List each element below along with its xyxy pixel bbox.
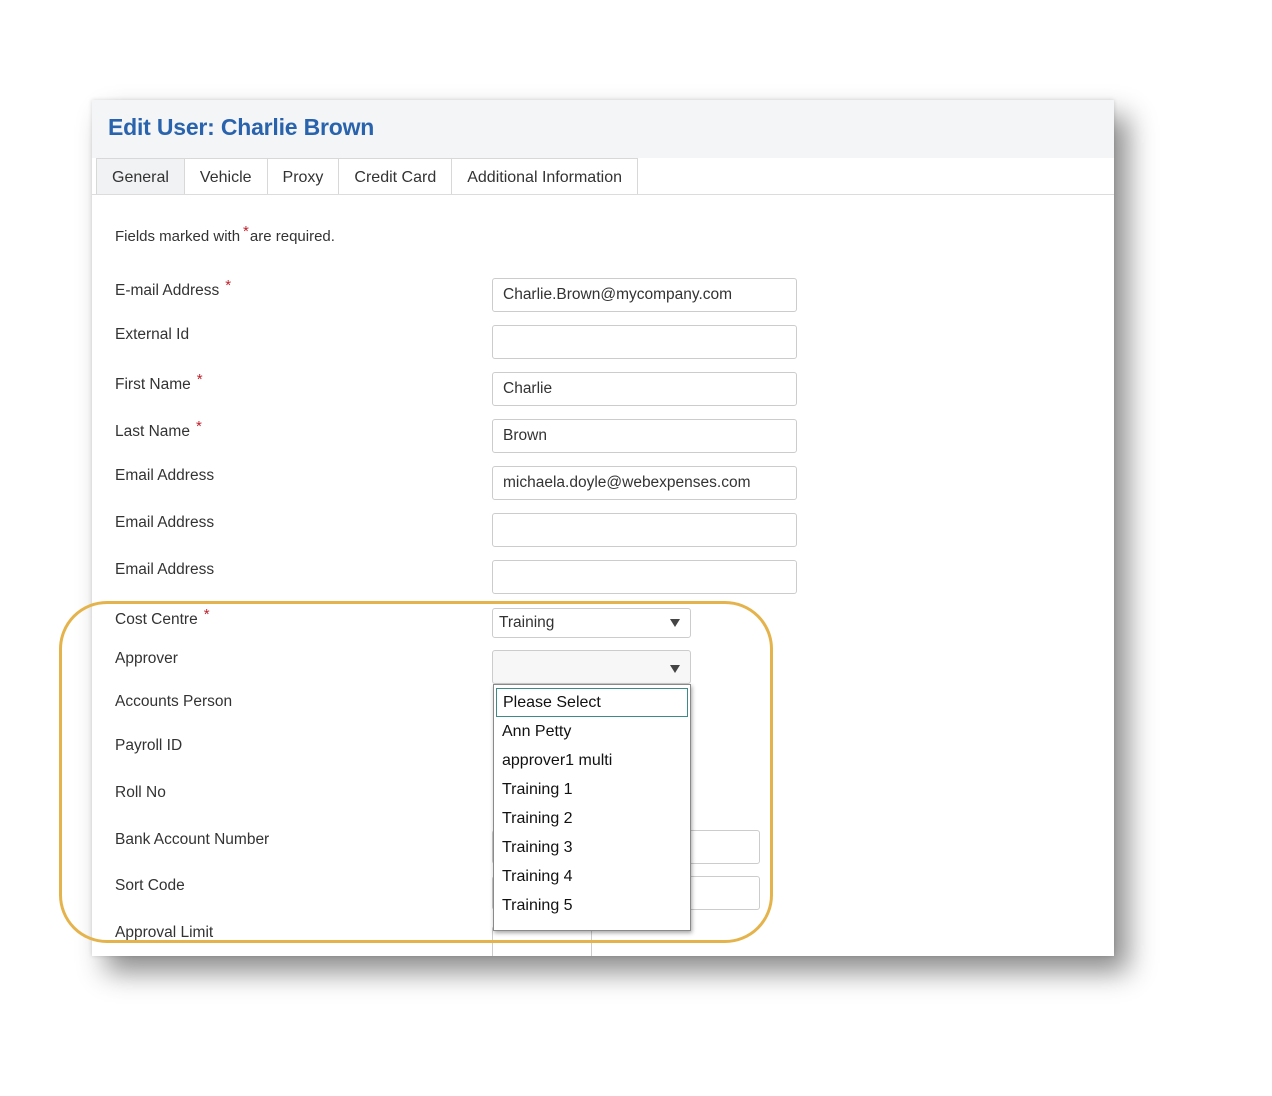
approver-option-approver1-multi[interactable]: approver1 multi (494, 746, 690, 775)
page-title: Edit User: Charlie Brown (108, 114, 375, 140)
bank-account-number-label: Bank Account Number (115, 831, 270, 848)
cost-centre-select[interactable]: Training (492, 608, 691, 638)
tab-proxy[interactable]: Proxy (266, 158, 340, 195)
approver-option-please-select[interactable]: Please Select (496, 688, 688, 717)
email-address-3-input[interactable] (492, 560, 797, 594)
approver-label: Approver (115, 650, 178, 667)
email-address-input[interactable] (492, 278, 797, 312)
tab-vehicle[interactable]: Vehicle (183, 158, 268, 195)
last-name-label: Last Name * (115, 418, 203, 441)
cost-centre-label: Cost Centre * (115, 606, 211, 629)
first-name-label: First Name * (115, 371, 204, 394)
screenshot-stage: Edit User: Charlie Brown General Vehicle… (0, 0, 1272, 1096)
email-address-1-input[interactable] (492, 466, 797, 500)
required-asterisk: * (195, 418, 202, 435)
required-asterisk: * (225, 277, 232, 294)
approver-option-training-4[interactable]: Training 4 (494, 862, 690, 891)
external-id-input[interactable] (492, 325, 797, 359)
required-asterisk: * (203, 606, 210, 623)
cost-centre-label-text: Cost Centre (115, 611, 198, 628)
required-asterisk: * (243, 223, 249, 240)
approver-option-ann-petty[interactable]: Ann Petty (494, 717, 690, 746)
tab-general[interactable]: General (96, 158, 185, 195)
required-asterisk: * (196, 371, 203, 388)
chevron-down-icon (670, 665, 680, 673)
tab-divider (92, 194, 1114, 195)
email-address-3-label: Email Address (115, 561, 215, 578)
first-name-input[interactable] (492, 372, 797, 406)
first-name-label-text: First Name (115, 376, 191, 393)
required-fields-note: Fields marked with *are required. (115, 223, 335, 245)
approver-option-training-5[interactable]: Training 5 (494, 891, 690, 920)
email-address-label: E-mail Address * (115, 277, 232, 300)
cost-centre-selected-value: Training (499, 614, 555, 631)
email-address-1-label: Email Address (115, 467, 215, 484)
tab-credit-card[interactable]: Credit Card (338, 158, 453, 195)
chevron-down-icon (670, 619, 680, 627)
external-id-label: External Id (115, 326, 190, 343)
email-address-label-text: E-mail Address (115, 282, 220, 299)
email-address-2-label: Email Address (115, 514, 215, 531)
payroll-id-label: Payroll ID (115, 737, 183, 754)
required-note-text-end: are required. (249, 228, 335, 245)
accounts-person-label: Accounts Person (115, 693, 233, 710)
last-name-input[interactable] (492, 419, 797, 453)
approver-select[interactable] (492, 650, 691, 684)
approver-option-training-3[interactable]: Training 3 (494, 833, 690, 862)
required-note-text: Fields marked with (115, 228, 241, 245)
approver-dropdown-list: Please Select Ann Petty approver1 multi … (493, 684, 691, 931)
approver-option-training-2[interactable]: Training 2 (494, 804, 690, 833)
approver-option-training-1[interactable]: Training 1 (494, 775, 690, 804)
email-address-2-input[interactable] (492, 513, 797, 547)
roll-no-label: Roll No (115, 784, 166, 801)
tab-bar: General Vehicle Proxy Credit Card Additi… (96, 158, 638, 195)
last-name-label-text: Last Name (115, 423, 190, 440)
tab-additional-information[interactable]: Additional Information (451, 158, 638, 195)
window-header: Edit User: Charlie Brown (92, 100, 1114, 158)
approval-limit-label: Approval Limit (115, 924, 214, 941)
sort-code-label: Sort Code (115, 877, 185, 894)
